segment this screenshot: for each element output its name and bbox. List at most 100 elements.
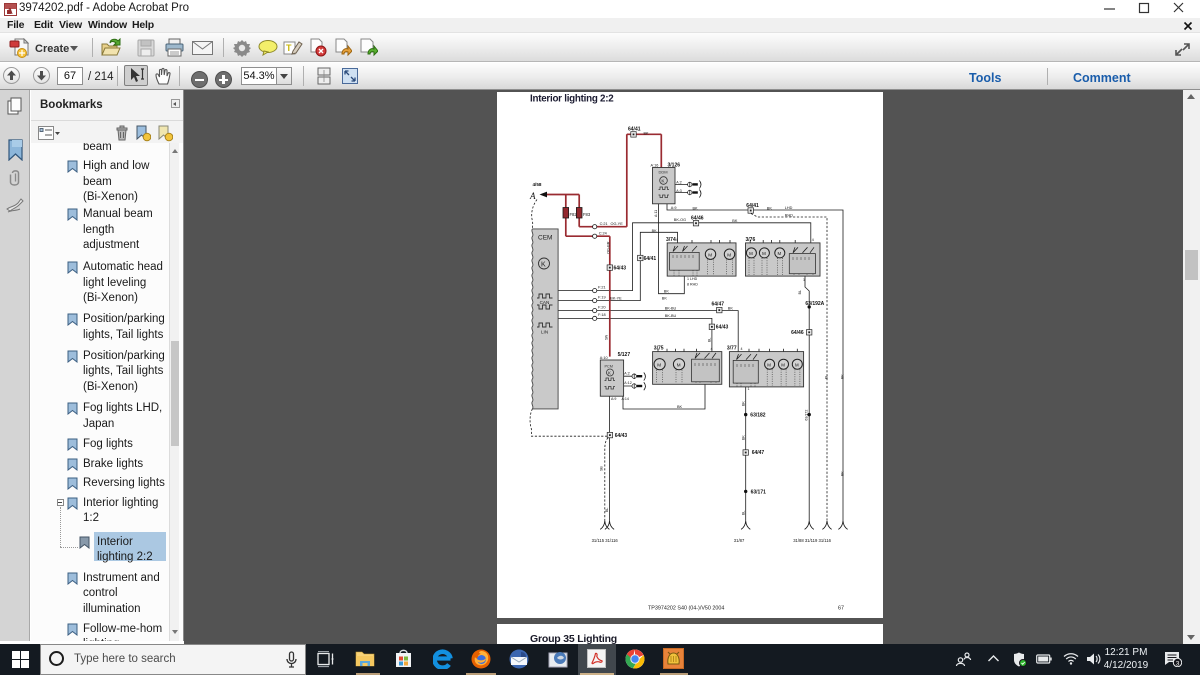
svg-text:BL: BL xyxy=(825,375,829,379)
svg-text:A:2: A:2 xyxy=(624,371,629,375)
svg-text:64/43: 64/43 xyxy=(614,265,627,271)
svg-text:CAN: CAN xyxy=(540,300,550,305)
svg-text:A:11: A:11 xyxy=(654,210,658,217)
svg-text:C:24: C:24 xyxy=(599,231,607,235)
svg-text:64/41: 64/41 xyxy=(628,127,641,133)
svg-text:3/75: 3/75 xyxy=(654,345,664,351)
svg-text:63/171: 63/171 xyxy=(751,490,767,496)
svg-text:M: M xyxy=(767,362,771,367)
svg-text:BK: BK xyxy=(644,132,650,136)
svg-text:DDM: DDM xyxy=(659,170,668,175)
svg-text:A:14: A:14 xyxy=(622,397,629,401)
svg-text:5/127: 5/127 xyxy=(618,352,631,358)
svg-text:4: 4 xyxy=(676,238,678,242)
svg-text:64/47: 64/47 xyxy=(712,302,725,308)
svg-text:3/74: 3/74 xyxy=(666,237,676,243)
svg-text:BL: BL xyxy=(742,511,746,515)
svg-text:K: K xyxy=(541,262,546,269)
svg-text:F:18: F:18 xyxy=(598,313,606,317)
svg-text:BL: BL xyxy=(798,290,802,294)
svg-text:BL: BL xyxy=(707,338,711,342)
svg-text:F:20: F:20 xyxy=(598,305,606,309)
svg-text:BK: BK xyxy=(662,296,668,300)
svg-text:BK-YE: BK-YE xyxy=(610,296,622,300)
svg-text:BK: BK xyxy=(728,307,734,311)
svg-text:1: 1 xyxy=(803,278,805,282)
svg-text:64/41: 64/41 xyxy=(746,203,759,209)
svg-text:F83: F83 xyxy=(583,212,591,217)
svg-text:BK: BK xyxy=(742,401,746,406)
svg-text:64/46: 64/46 xyxy=(791,330,804,336)
svg-text:M: M xyxy=(762,251,766,256)
svg-text:A:16: A:16 xyxy=(651,163,659,167)
svg-text:SB: SB xyxy=(600,466,604,471)
svg-text:K: K xyxy=(608,371,611,376)
svg-text:BK: BK xyxy=(767,206,773,210)
svg-text:64/47: 64/47 xyxy=(752,450,765,456)
svg-text:63/192A: 63/192A xyxy=(805,301,824,307)
svg-text:4: 4 xyxy=(812,238,814,242)
svg-text:1 LHD: 1 LHD xyxy=(687,277,698,281)
svg-text:F82: F82 xyxy=(570,212,578,217)
svg-text:A:2: A:2 xyxy=(676,181,681,185)
svg-text:A:9: A:9 xyxy=(671,206,677,210)
svg-text:BK: BK xyxy=(841,471,845,476)
svg-text:T: T xyxy=(286,43,292,53)
svg-text:M: M xyxy=(749,251,753,256)
svg-text:Interior lighting 2:2: Interior lighting 2:2 xyxy=(530,94,614,105)
svg-text:63/172: 63/172 xyxy=(804,410,808,421)
svg-text:F:19: F:19 xyxy=(598,295,606,299)
svg-text:M: M xyxy=(677,362,681,367)
svg-text:C:21: C:21 xyxy=(600,222,608,226)
svg-text:3/77: 3/77 xyxy=(727,345,737,351)
svg-text:A: A xyxy=(7,7,13,16)
svg-text:3: 3 xyxy=(1176,661,1180,668)
svg-text:A:9: A:9 xyxy=(611,397,616,401)
svg-text:1: 1 xyxy=(748,387,750,391)
svg-text:4/58: 4/58 xyxy=(533,182,542,187)
svg-text:3/76: 3/76 xyxy=(746,237,756,243)
svg-text:M: M xyxy=(727,252,731,257)
svg-text:A: A xyxy=(529,191,536,201)
svg-text:BK: BK xyxy=(742,435,746,440)
svg-text:8 RHD: 8 RHD xyxy=(687,283,698,287)
svg-text:BK: BK xyxy=(693,206,699,210)
svg-text:BL: BL xyxy=(605,508,609,512)
svg-text:PCM: PCM xyxy=(605,365,613,369)
svg-text:SN: SN xyxy=(604,334,608,340)
svg-text:BK-BU: BK-BU xyxy=(665,306,677,310)
svg-text:64/41: 64/41 xyxy=(644,256,657,262)
svg-text:BK-BU: BK-BU xyxy=(665,314,677,318)
svg-text:4: 4 xyxy=(741,347,743,351)
svg-text:OG-BR: OG-BR xyxy=(606,241,610,254)
svg-text:CEM: CEM xyxy=(538,235,552,242)
svg-text:63/182: 63/182 xyxy=(750,412,766,418)
svg-text:M: M xyxy=(781,362,785,367)
svg-text:A:12: A:12 xyxy=(624,381,631,385)
svg-text:31/87: 31/87 xyxy=(734,538,745,543)
svg-text:M: M xyxy=(708,252,712,257)
svg-text:LHD: LHD xyxy=(785,206,793,210)
svg-text:BK: BK xyxy=(652,229,658,233)
svg-text:31/88 31/119 31/116: 31/88 31/119 31/116 xyxy=(793,538,831,543)
svg-text:TP3974202 S40 (04-)/V50 2004: TP3974202 S40 (04-)/V50 2004 xyxy=(648,606,724,612)
svg-text:RHD: RHD xyxy=(785,214,793,218)
svg-text:LIN: LIN xyxy=(541,330,548,335)
svg-text:BK: BK xyxy=(732,219,738,223)
svg-text:64/43: 64/43 xyxy=(716,325,729,331)
svg-text:64/46: 64/46 xyxy=(691,216,704,222)
svg-text:67: 67 xyxy=(838,606,844,612)
svg-text:A:10: A:10 xyxy=(600,356,608,360)
svg-text:A:3: A:3 xyxy=(676,189,681,193)
svg-text:OG-YE: OG-YE xyxy=(611,222,624,226)
svg-text:31/115 31/116: 31/115 31/116 xyxy=(592,538,619,543)
svg-text:3/126: 3/126 xyxy=(668,162,681,168)
svg-text:BK: BK xyxy=(677,405,683,409)
svg-text:F:21: F:21 xyxy=(598,285,606,289)
svg-text:M: M xyxy=(795,362,799,367)
svg-text:BK: BK xyxy=(841,374,845,379)
svg-text:64/43: 64/43 xyxy=(615,433,628,439)
svg-text:4: 4 xyxy=(711,347,713,351)
svg-text:BK: BK xyxy=(664,290,670,294)
svg-text:BK-OG: BK-OG xyxy=(674,218,686,222)
